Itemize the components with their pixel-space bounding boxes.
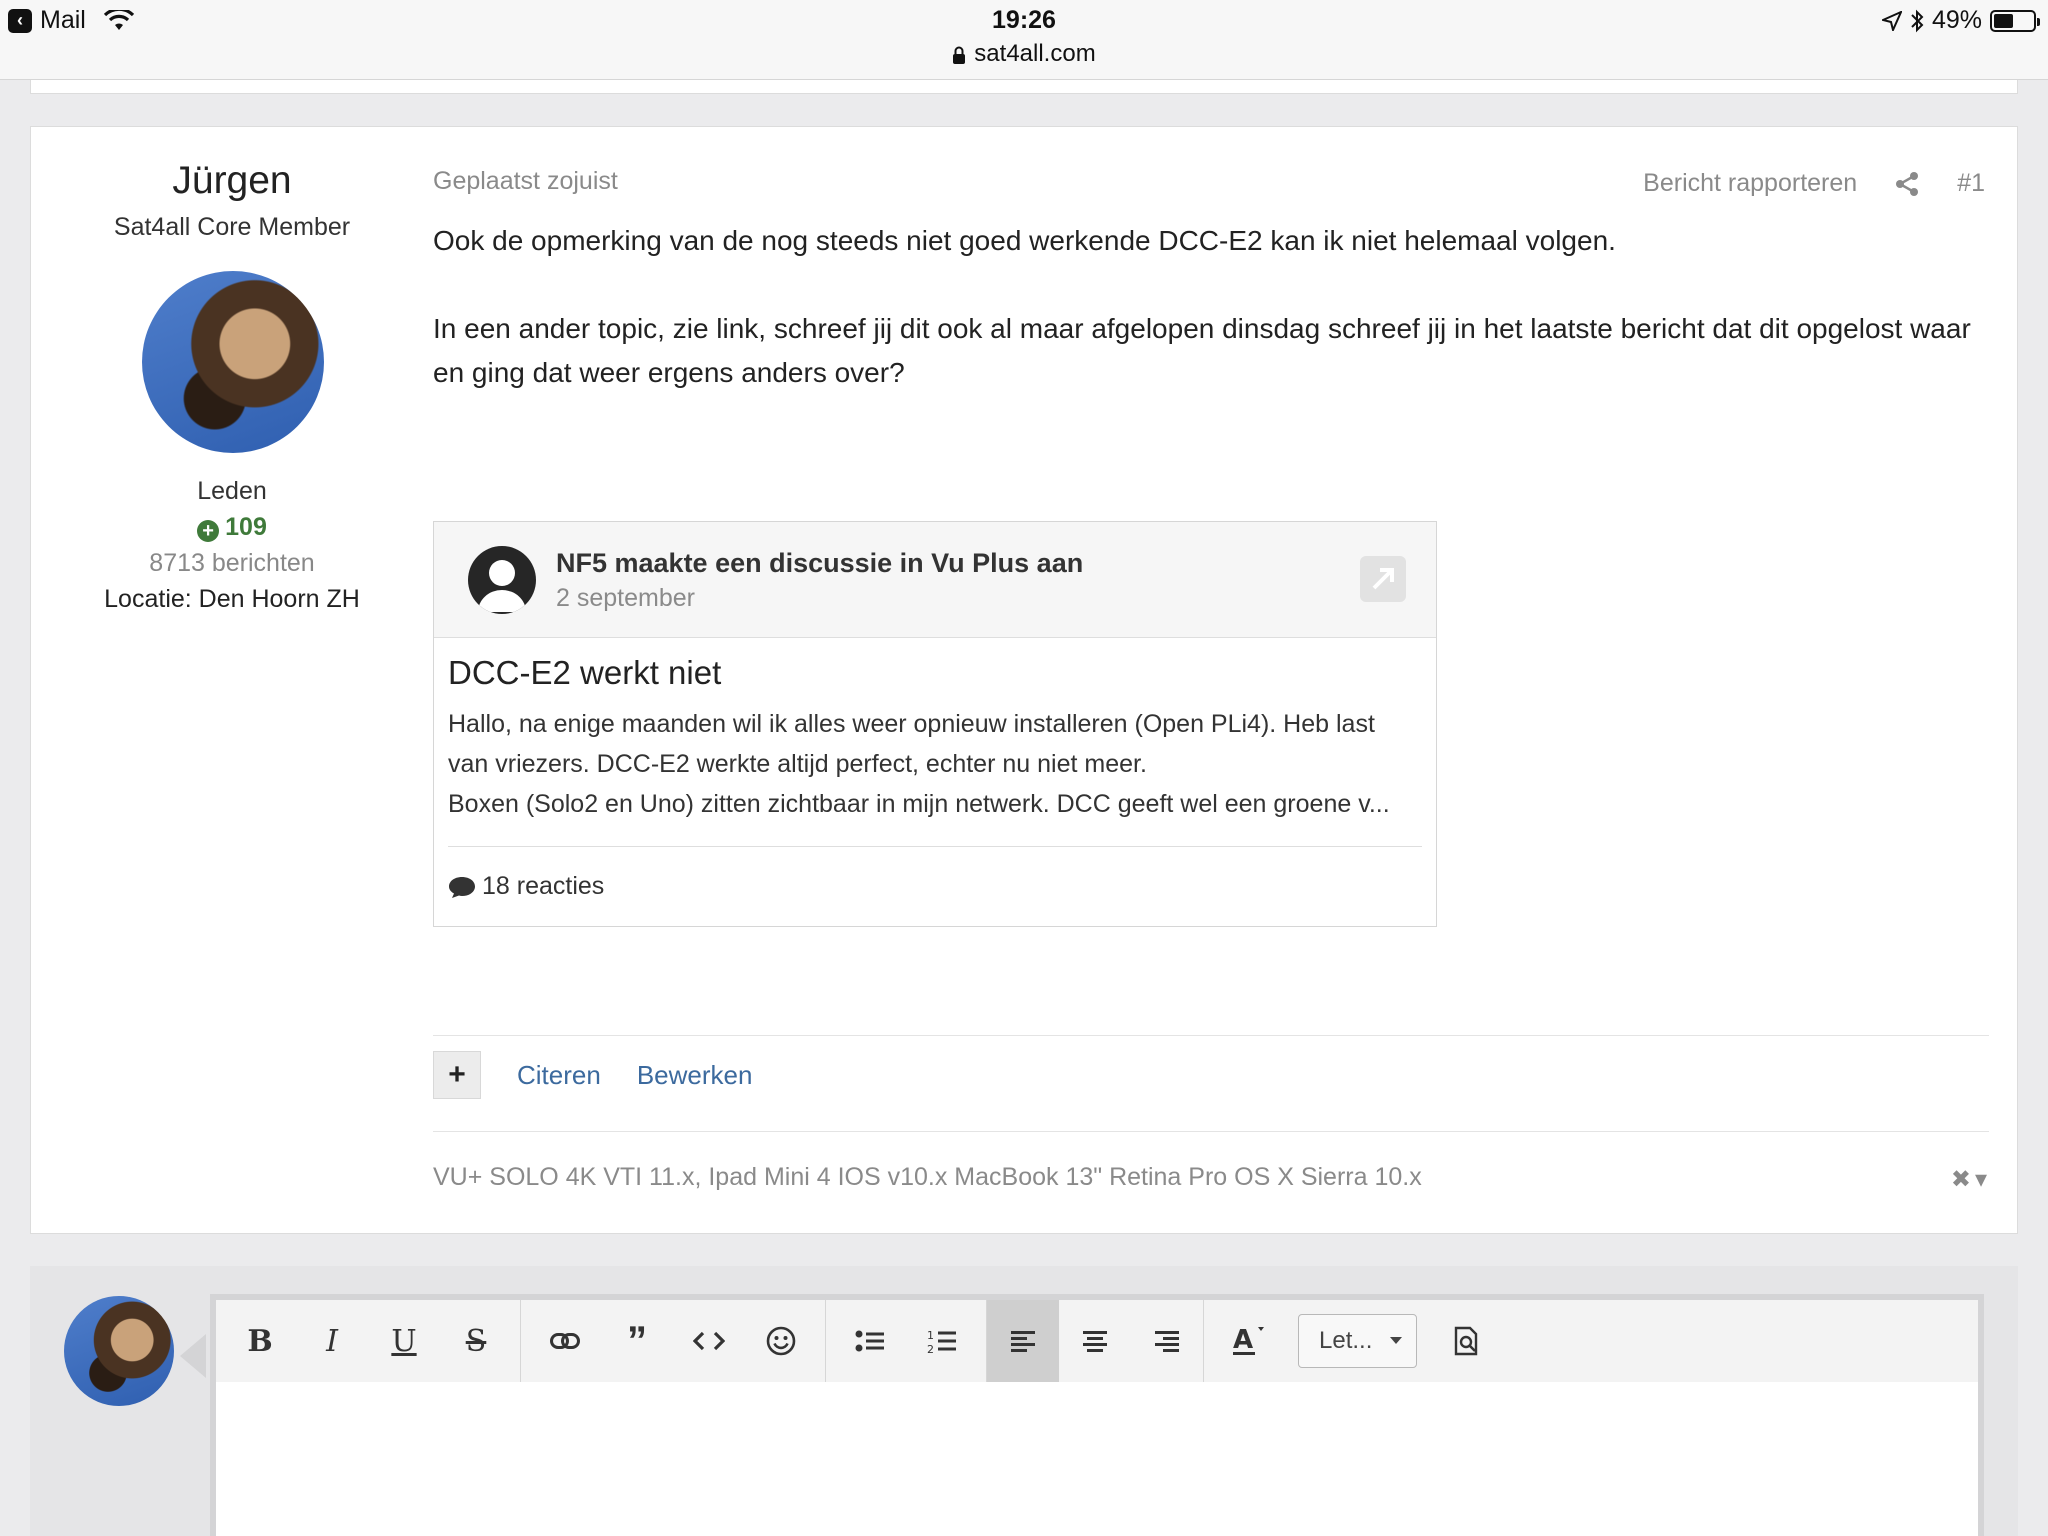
insert-group: ”	[521, 1300, 826, 1382]
chevron-down-icon[interactable]: ▾	[1975, 1165, 1987, 1194]
signature-options[interactable]: ✖ ▾	[1951, 1165, 1987, 1194]
location-arrow-icon	[1881, 10, 1902, 31]
embed-date: 2 september	[556, 584, 695, 612]
post-number-link[interactable]: #1	[1957, 169, 1985, 198]
embed-topic-title[interactable]: DCC-E2 werkt niet	[448, 654, 721, 692]
excerpt-line: van vriezers. DCC-E2 werkte altijd perfe…	[448, 750, 1147, 778]
forum-post: Jürgen Sat4all Core Member Leden +109 87…	[30, 126, 2018, 1234]
list-group: 12	[826, 1300, 987, 1382]
replies-count: 18 reacties	[482, 872, 605, 900]
post-paragraph: In een ander topic, zie link, schreef ji…	[433, 313, 1971, 388]
divider	[448, 846, 1422, 847]
text-color-icon[interactable]: A	[1212, 1300, 1284, 1382]
author-avatar[interactable]	[142, 271, 324, 453]
post-content: Ook de opmerking van de nog steeds niet …	[433, 219, 1993, 395]
post-paragraph: Ook de opmerking van de nog steeds niet …	[433, 225, 1616, 256]
address-bar[interactable]: sat4all.com	[0, 40, 2048, 68]
author-reputation: +109	[31, 513, 433, 542]
external-link-icon[interactable]	[1360, 556, 1406, 602]
code-icon[interactable]	[673, 1300, 745, 1382]
align-left-icon[interactable]	[987, 1300, 1059, 1382]
report-post-link[interactable]: Bericht rapporteren	[1643, 169, 1857, 198]
comment-icon	[449, 876, 475, 898]
format-group: B I U S	[216, 1300, 521, 1382]
author-post-count: 8713 berichten	[149, 549, 315, 577]
clock: 19:26	[992, 6, 1056, 34]
svg-text:2: 2	[927, 1343, 934, 1354]
embed-title[interactable]: NF5 maakte een discussie in Vu Plus aan	[556, 548, 1083, 579]
author-name[interactable]: Jürgen	[31, 159, 433, 203]
default-user-avatar-icon	[468, 546, 536, 614]
embedded-topic[interactable]: NF5 maakte een discussie in Vu Plus aan …	[433, 521, 1437, 927]
battery-percentage: 49%	[1931, 6, 1982, 34]
align-right-icon[interactable]	[1131, 1300, 1203, 1382]
close-icon[interactable]: ✖	[1951, 1165, 1971, 1194]
bluetooth-icon	[1911, 9, 1924, 32]
font-select-value: Let...	[1319, 1327, 1373, 1354]
quote-button[interactable]: Citeren	[517, 1060, 601, 1091]
align-center-icon[interactable]	[1059, 1300, 1131, 1382]
emoji-icon[interactable]	[745, 1300, 817, 1382]
author-group: Leden	[197, 477, 267, 505]
excerpt-line: Hallo, na enige maanden wil ik alles wee…	[448, 710, 1375, 738]
svg-text:A: A	[1233, 1325, 1253, 1355]
current-user-avatar	[64, 1296, 174, 1406]
user-signature: VU+ SOLO 4K VTI 11.x, Ipad Mini 4 IOS v1…	[433, 1163, 1422, 1191]
editor-toolbar: B I U S ” 1 2 A Let...	[216, 1300, 1978, 1382]
ios-status-bar: ‹ Mail 19:26 sat4all.com 49%	[0, 0, 2048, 80]
divider	[433, 1131, 1989, 1132]
divider	[433, 1035, 1989, 1036]
post-tools: Bericht rapporteren #1	[1643, 169, 1985, 198]
numbered-list-icon[interactable]: 12	[906, 1300, 978, 1382]
plus-circle-icon: +	[197, 520, 220, 542]
rich-text-editor: B I U S ” 1 2 A Let...	[210, 1294, 1984, 1536]
speech-caret	[180, 1334, 206, 1378]
embed-excerpt: Hallo, na enige maanden wil ik alles wee…	[448, 704, 1418, 824]
battery-level	[1994, 13, 2013, 28]
url-text: sat4all.com	[974, 40, 1096, 67]
strikethrough-button[interactable]: S	[440, 1300, 512, 1382]
author-location: Locatie: Den Hoorn ZH	[104, 585, 360, 613]
editor-frame: B I U S ” 1 2 A Let...	[216, 1300, 1978, 1536]
lock-icon	[953, 46, 966, 64]
share-icon[interactable]	[1895, 171, 1919, 196]
status-indicators: 49%	[1881, 6, 2040, 35]
excerpt-line: Boxen (Solo2 en Uno) zitten zichtbaar in…	[448, 790, 1390, 818]
post-timestamp[interactable]: Geplaatst zojuist	[433, 167, 618, 196]
underline-button[interactable]: U	[368, 1300, 440, 1382]
reply-area: B I U S ” 1 2 A Let...	[30, 1266, 2018, 1536]
font-family-select[interactable]: Let...	[1298, 1314, 1418, 1368]
embed-header: NF5 maakte een discussie in Vu Plus aan …	[434, 522, 1436, 638]
multiquote-button[interactable]: +	[433, 1051, 481, 1099]
bullet-list-icon[interactable]	[834, 1300, 906, 1382]
bold-button[interactable]: B	[224, 1300, 296, 1382]
style-group: A Let...	[1204, 1300, 1511, 1382]
preview-icon[interactable]	[1431, 1300, 1503, 1382]
italic-button[interactable]: I	[296, 1300, 368, 1382]
edit-button[interactable]: Bewerken	[637, 1060, 753, 1091]
caret-down-icon	[1390, 1337, 1403, 1344]
embed-replies: 18 reacties	[448, 872, 604, 901]
battery-icon	[1990, 9, 2040, 32]
quote-icon[interactable]: ”	[601, 1300, 673, 1382]
post-controls: + Citeren Bewerken	[433, 1051, 752, 1099]
reputation-value: 109	[225, 513, 267, 541]
align-group	[987, 1300, 1204, 1382]
previous-post-edge	[30, 80, 2018, 94]
link-icon[interactable]	[529, 1300, 601, 1382]
author-rank: Sat4all Core Member	[113, 213, 351, 241]
svg-text:1: 1	[927, 1329, 934, 1342]
